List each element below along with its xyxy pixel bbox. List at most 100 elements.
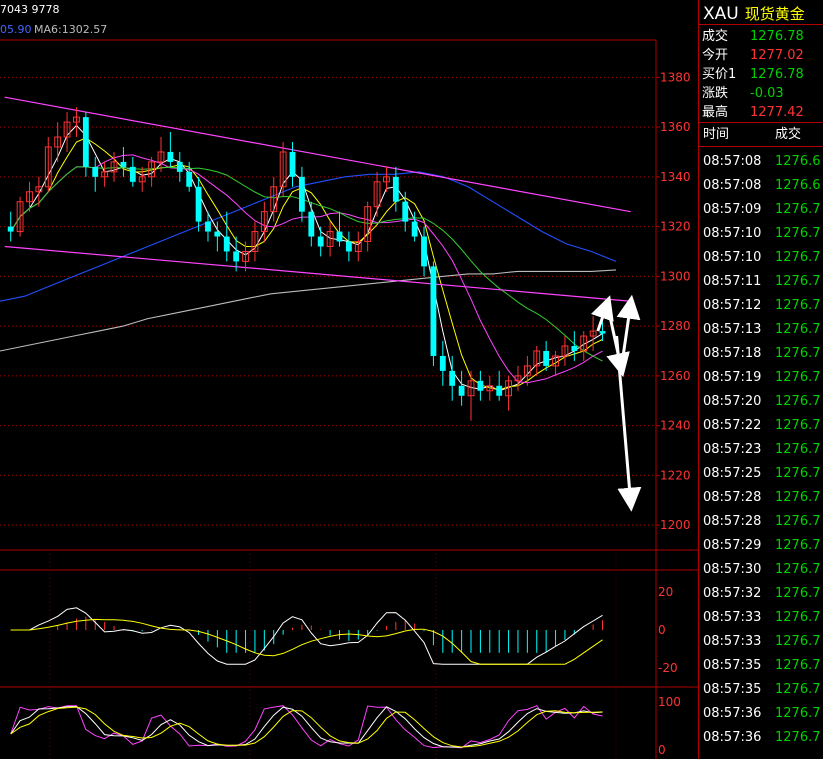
tick-time: 08:57:23 <box>703 442 762 457</box>
tick-row: 08:57:36 1276.7 <box>703 726 823 750</box>
quote-value: 1276.78 <box>750 29 804 44</box>
price-tick-label: 1200 <box>660 518 691 532</box>
price-tick-label: 1320 <box>660 220 691 234</box>
tick-price: 1276.7 <box>775 538 821 553</box>
tick-price: 1276.6 <box>775 178 821 193</box>
price-tick-label: 1340 <box>660 170 691 184</box>
tick-row: 08:57:35 1276.7 <box>703 654 823 678</box>
tick-row: 08:57:23 1276.7 <box>703 438 823 462</box>
price-tick-label: 1280 <box>660 319 691 333</box>
symbol-code: XAU <box>703 4 739 24</box>
tick-row: 08:57:32 1276.7 <box>703 582 823 606</box>
tick-row: 08:57:28 1276.7 <box>703 510 823 534</box>
candle-body <box>120 161 127 167</box>
tick-time: 08:57:28 <box>703 490 762 505</box>
candle-body <box>176 161 183 172</box>
macd-tick-label: 0 <box>658 623 666 637</box>
candle-body <box>411 221 418 237</box>
price-tick-label: 1240 <box>660 419 691 433</box>
tick-price: 1276.7 <box>775 442 821 457</box>
candle-body <box>82 117 89 167</box>
quote-panel: XAU 现货黄金 成交 1276.78 今开 1277.02 买价1 1276.78 涨跌 -0… <box>698 0 823 759</box>
tick-header-time: 时间 <box>703 127 730 142</box>
candle-body <box>402 201 409 222</box>
top-summary-text: 7043 9778 <box>0 3 60 16</box>
price-tick-label: 1220 <box>660 468 691 482</box>
candle-body <box>186 171 193 187</box>
quote-label: 今开 <box>702 48 729 63</box>
tick-time: 08:57:36 <box>703 730 762 745</box>
price-chart[interactable]: 1380 1360 1340 1320 1300 1280 1260 1240 1220 1200… <box>0 0 698 759</box>
quote-row: 买价1 1276.78 <box>702 65 804 84</box>
candle-body <box>317 236 324 247</box>
tick-row: 08:57:25 1276.7 <box>703 462 823 486</box>
candle-body <box>7 226 14 232</box>
tick-time: 08:57:10 <box>703 226 762 241</box>
candle-body <box>129 166 136 182</box>
panel-title: XAU 现货黄金 <box>703 3 805 24</box>
macd-tick-label: -20 <box>658 661 678 675</box>
tick-row: 08:57:36 1276.7 <box>703 702 823 726</box>
tick-header-price: 成交 <box>775 127 802 142</box>
ma-line <box>0 269 617 352</box>
tick-time: 08:57:10 <box>703 250 762 265</box>
tick-row: 08:57:12 1276.7 <box>703 294 823 318</box>
tick-price: 1276.7 <box>775 274 821 289</box>
quote-row: 最高 1277.42 <box>702 103 804 122</box>
tick-time: 08:57:19 <box>703 370 762 385</box>
tick-time: 08:57:36 <box>703 706 762 721</box>
tick-row: 08:57:35 1276.7 <box>703 678 823 702</box>
tick-row: 08:57:28 1276.7 <box>703 486 823 510</box>
tick-price: 1276.7 <box>775 418 821 433</box>
candle-body <box>421 236 427 267</box>
candle-body <box>336 231 343 242</box>
tick-price: 1276.7 <box>775 202 821 217</box>
price-tick-label: 1380 <box>660 70 691 84</box>
tick-price: 1276.7 <box>775 634 821 649</box>
macd-tick-label: 20 <box>658 585 673 599</box>
tick-time: 08:57:08 <box>703 154 762 169</box>
trendline <box>4 245 631 302</box>
quote-value: 1276.78 <box>750 67 804 82</box>
candle-body <box>214 231 221 237</box>
panel-divider <box>699 122 823 123</box>
candle-body <box>167 151 174 162</box>
quote-value: -0.03 <box>750 86 784 101</box>
quote-label: 涨跌 <box>702 86 729 101</box>
candle-body <box>233 251 240 262</box>
osc-tick-label: 100 <box>658 695 681 709</box>
price-tick-label: 1360 <box>660 120 691 134</box>
tick-row: 08:57:20 1276.7 <box>703 390 823 414</box>
tick-price: 1276.7 <box>775 610 821 625</box>
tick-row: 08:57:11 1276.7 <box>703 270 823 294</box>
tick-time: 08:57:09 <box>703 202 762 217</box>
tick-time: 08:57:29 <box>703 538 762 553</box>
candle-body <box>496 385 503 396</box>
ma6-label: MA6:1302.57 <box>34 23 108 36</box>
tick-time: 08:57:18 <box>703 346 762 361</box>
symbol-name: 现货黄金 <box>744 5 805 23</box>
ma-line <box>10 154 603 384</box>
tick-time: 08:57:08 <box>703 178 762 193</box>
candle-body <box>430 266 437 356</box>
candle-body <box>345 241 352 252</box>
tick-price: 1276.7 <box>775 514 821 529</box>
tick-time: 08:57:20 <box>703 394 762 409</box>
candle-body <box>571 346 578 351</box>
tick-price: 1276.7 <box>775 322 821 337</box>
osc-k-line <box>10 705 603 748</box>
candle-body <box>543 350 550 366</box>
candle-body <box>195 186 202 222</box>
tick-time: 08:57:28 <box>703 514 762 529</box>
candle-body <box>458 385 465 396</box>
tick-price: 1276.7 <box>775 490 821 505</box>
tick-price: 1276.7 <box>775 466 821 481</box>
panel-divider <box>699 146 823 147</box>
candle-body <box>439 355 446 371</box>
quote-row: 成交 1276.78 <box>702 27 804 46</box>
chart-area[interactable]: 1380 1360 1340 1320 1300 1280 1260 1240 1220 1200… <box>0 0 698 759</box>
candle-body <box>392 176 399 202</box>
tick-row: 08:57:33 1276.7 <box>703 630 823 654</box>
tick-header: 时间 成交 <box>703 124 821 146</box>
tick-time: 08:57:35 <box>703 658 762 673</box>
